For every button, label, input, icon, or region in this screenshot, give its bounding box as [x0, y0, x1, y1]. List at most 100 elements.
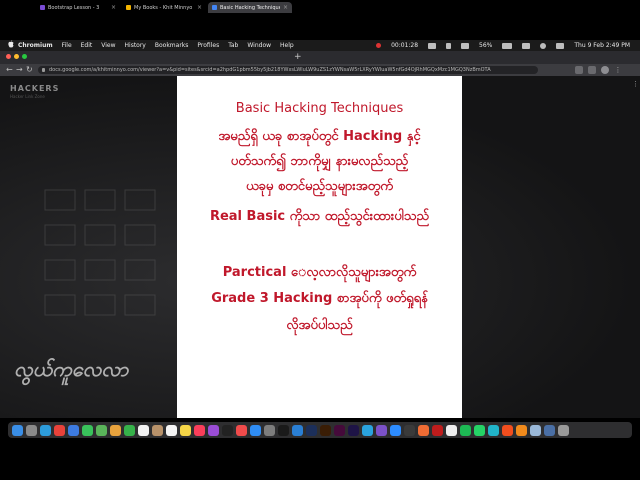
- mail-icon[interactable]: [68, 424, 79, 436]
- tab-favicon-icon: [126, 5, 131, 10]
- close-window-button[interactable]: [6, 54, 11, 59]
- illustrator-icon[interactable]: [320, 424, 331, 436]
- document-title: Basic Hacking Techniques: [235, 101, 404, 116]
- url-text[interactable]: docs.google.com/a/khitminnyo.com/viewer?…: [49, 67, 491, 73]
- puzzle-icon[interactable]: [588, 66, 596, 74]
- tab-close-icon[interactable]: ×: [283, 4, 288, 11]
- app-name-menu[interactable]: Chromium: [18, 41, 53, 50]
- recording-timer[interactable]: 00:01:28: [391, 41, 418, 50]
- menu-bookmarks[interactable]: Bookmarks: [155, 41, 189, 50]
- spotify-icon[interactable]: [460, 424, 471, 436]
- filezilla-icon[interactable]: [432, 424, 443, 436]
- extension-icon[interactable]: [575, 66, 583, 74]
- document-line: အမည်ရှိ ယခု စာအုပ်တွင် Hacking နှင့်: [218, 129, 421, 144]
- background-logo-subtitle: Hacker Link Zone: [10, 94, 45, 99]
- postman-icon[interactable]: [418, 424, 429, 436]
- appstore-icon[interactable]: [250, 424, 261, 436]
- vlc-icon[interactable]: [516, 424, 527, 436]
- kebab-menu-icon[interactable]: ⋮: [614, 66, 622, 74]
- podcasts-icon[interactable]: [208, 424, 219, 436]
- photoshop-icon[interactable]: [306, 424, 317, 436]
- background-bottom-logo: လွယ်ကူလေလာ: [14, 357, 129, 381]
- tab-bootstrap-lesson[interactable]: Bootstrap Lesson - 3 ×: [36, 2, 120, 13]
- bluetooth-icon[interactable]: [446, 42, 452, 49]
- preview-icon[interactable]: [530, 424, 541, 436]
- notes-icon[interactable]: [180, 424, 191, 436]
- record-indicator-icon[interactable]: [376, 43, 382, 48]
- music-icon[interactable]: [194, 424, 205, 436]
- volume-icon[interactable]: [461, 42, 470, 49]
- menu-clock[interactable]: Thu 9 Feb 2:49 PM: [574, 41, 630, 50]
- app-menu: Chromium File Edit View History Bookmark…: [18, 41, 294, 50]
- tab-my-books[interactable]: My Books - Khit Minnyo ×: [122, 2, 206, 13]
- whatsapp-icon[interactable]: [474, 424, 485, 436]
- dock: [8, 422, 632, 438]
- menu-history[interactable]: History: [125, 41, 146, 50]
- battery-icon[interactable]: [502, 42, 513, 49]
- finder-icon[interactable]: [12, 424, 23, 436]
- profile-avatar[interactable]: [601, 66, 609, 74]
- new-tab-button[interactable]: +: [294, 52, 302, 63]
- document-line: ယခုမှ စတင်မည့်သူများအတွက်: [245, 179, 394, 194]
- terminal-icon[interactable]: [278, 424, 289, 436]
- document-line: ပတ်သက်၍ ဘာကိုမျှ နားမလည်သည့်: [230, 154, 409, 169]
- wifi-icon[interactable]: [522, 42, 531, 49]
- facetime-icon[interactable]: [124, 424, 135, 436]
- menu-window[interactable]: Window: [247, 41, 271, 50]
- document-line: Real Basic ကိုသာ ထည့်သွင်းထားပါသည်: [209, 209, 430, 224]
- launchpad-icon[interactable]: [26, 424, 37, 436]
- menu-help[interactable]: Help: [280, 41, 294, 50]
- settings-icon[interactable]: [264, 424, 275, 436]
- menu-view[interactable]: View: [101, 41, 115, 50]
- chrome-icon[interactable]: [54, 424, 65, 436]
- zoom-window-button[interactable]: [22, 54, 27, 59]
- battery-percentage[interactable]: 56%: [479, 41, 492, 50]
- menu-tab[interactable]: Tab: [228, 41, 238, 50]
- reminders-icon[interactable]: [166, 424, 177, 436]
- safari-icon[interactable]: [40, 424, 51, 436]
- tab-basic-hacking-techniques[interactable]: Basic Hacking Techniques - Fr ×: [208, 2, 292, 13]
- background-logo: HACKERS: [10, 84, 60, 93]
- tab-close-icon[interactable]: ×: [111, 4, 116, 11]
- telegram-icon[interactable]: [362, 424, 373, 436]
- tab-favicon-icon: [40, 5, 45, 10]
- downloads-icon[interactable]: [544, 424, 555, 436]
- document-line: Grade 3 Hacking စာအုပ်ကို ဖတ်ရှုရန်: [211, 291, 428, 306]
- messages-icon[interactable]: [82, 424, 93, 436]
- lock-icon[interactable]: [42, 68, 45, 72]
- address-bar[interactable]: docs.google.com/a/khitminnyo.com/viewer?…: [38, 66, 538, 74]
- premiere-icon[interactable]: [348, 424, 359, 436]
- spotlight-icon[interactable]: [540, 42, 547, 49]
- reload-icon[interactable]: ↻: [26, 64, 33, 76]
- photos-icon[interactable]: [110, 424, 121, 436]
- forward-arrow-icon[interactable]: →: [16, 64, 23, 76]
- menu-file[interactable]: File: [62, 41, 72, 50]
- minimize-window-button[interactable]: [14, 54, 19, 59]
- control-center-icon[interactable]: [556, 42, 565, 49]
- control-icon[interactable]: [428, 42, 437, 49]
- document-page: [177, 76, 462, 418]
- back-arrow-icon[interactable]: ←: [6, 64, 13, 76]
- notion-icon[interactable]: [446, 424, 457, 436]
- tv-icon[interactable]: [222, 424, 233, 436]
- tab-label: Basic Hacking Techniques - Fr: [220, 4, 280, 11]
- viewer-menu-icon[interactable]: ⋮: [632, 80, 639, 88]
- background-monitors-graphic: [44, 189, 156, 316]
- menu-profiles[interactable]: Profiles: [197, 41, 219, 50]
- obs-icon[interactable]: [404, 424, 415, 436]
- calendar-icon[interactable]: [138, 424, 149, 436]
- maps-icon[interactable]: [96, 424, 107, 436]
- apple-icon[interactable]: [8, 40, 14, 48]
- vscode-icon[interactable]: [292, 424, 303, 436]
- tab-close-icon[interactable]: ×: [197, 4, 202, 11]
- menu-edit[interactable]: Edit: [81, 41, 93, 50]
- news-icon[interactable]: [236, 424, 247, 436]
- trash-icon[interactable]: [558, 424, 569, 436]
- xd-icon[interactable]: [334, 424, 345, 436]
- contacts-icon[interactable]: [152, 424, 163, 436]
- figma-icon[interactable]: [502, 424, 513, 436]
- window-controls: [6, 54, 27, 59]
- canva-icon[interactable]: [488, 424, 499, 436]
- zoom-icon[interactable]: [390, 424, 401, 436]
- viber-icon[interactable]: [376, 424, 387, 436]
